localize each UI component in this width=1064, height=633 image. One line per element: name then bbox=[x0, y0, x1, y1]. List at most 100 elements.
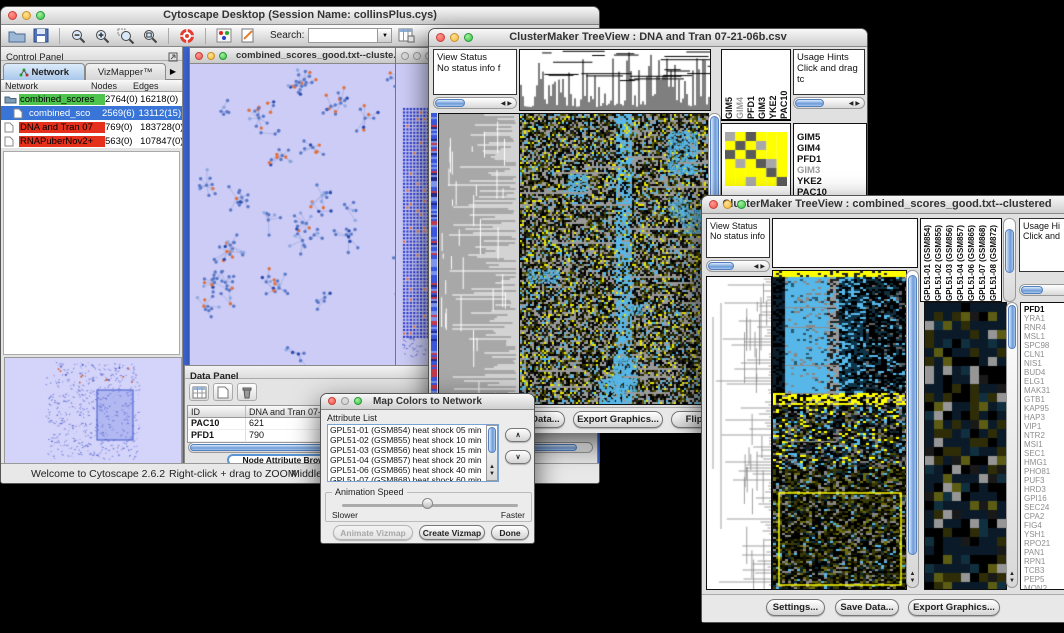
move-up-button[interactable]: ∧ bbox=[505, 428, 531, 442]
gene-label[interactable]: PUF3 bbox=[1024, 476, 1064, 485]
vizmapper-icon[interactable] bbox=[214, 27, 234, 45]
attribute-list-item[interactable]: GPL51-06 (GSM865) heat shock 40 min bbox=[328, 465, 498, 475]
close-button[interactable] bbox=[709, 200, 718, 209]
tab-network[interactable]: Network bbox=[3, 63, 85, 80]
zoom-out-icon[interactable] bbox=[68, 27, 88, 45]
search-dropdown-icon[interactable]: ▼ bbox=[378, 28, 392, 43]
annotation-icon[interactable] bbox=[238, 27, 258, 45]
tab-vizmapper[interactable]: VizMapper™ bbox=[85, 63, 167, 80]
attribute-list-vscroll[interactable]: ▲▼ bbox=[486, 425, 498, 481]
vscroll-arrows-icon[interactable]: ▲▼ bbox=[487, 464, 497, 478]
animate-vizmap-button[interactable]: Animate Vizmap bbox=[333, 525, 413, 540]
gene-label[interactable]: GIM3 bbox=[797, 165, 866, 176]
gene-label[interactable]: GTB1 bbox=[1024, 395, 1064, 404]
gene-label[interactable]: RPN1 bbox=[1024, 557, 1064, 566]
gene-label[interactable]: GIM5 bbox=[797, 132, 866, 143]
search-input[interactable] bbox=[308, 28, 378, 43]
move-down-button[interactable]: ∨ bbox=[505, 450, 531, 464]
row-dendrogram[interactable] bbox=[438, 113, 520, 405]
network-canvas[interactable] bbox=[191, 65, 417, 365]
gene-label[interactable]: PFD1 bbox=[1024, 305, 1064, 314]
help-icon[interactable] bbox=[177, 27, 197, 45]
minimize-button[interactable] bbox=[22, 11, 31, 20]
zoom-button[interactable] bbox=[219, 52, 227, 60]
zoom-button[interactable] bbox=[354, 397, 362, 405]
gene-label[interactable]: NTR2 bbox=[1024, 431, 1064, 440]
new-attribute-icon[interactable] bbox=[213, 383, 233, 401]
network-overview-panel[interactable] bbox=[4, 357, 182, 465]
view-status-hscroll[interactable]: ◀▶ bbox=[433, 97, 517, 109]
attribute-list-item[interactable]: GPL51-04 (GSM857) heat shock 20 min bbox=[328, 455, 498, 465]
attribute-list-item[interactable]: GPL51-07 (GSM868) heat shock 60 min bbox=[328, 475, 498, 482]
main-titlebar[interactable]: Cytoscape Desktop (Session Name: collins… bbox=[1, 7, 599, 25]
gene-label[interactable]: MSL1 bbox=[1024, 332, 1064, 341]
attribute-list-item[interactable]: GPL51-02 (GSM855) heat shock 10 min bbox=[328, 435, 498, 445]
view-status-hscroll[interactable]: ◀▶ bbox=[706, 260, 770, 272]
gene-label[interactable]: YRA1 bbox=[1024, 314, 1064, 323]
global-heatmap[interactable] bbox=[519, 113, 709, 405]
close-button[interactable] bbox=[195, 52, 203, 60]
gene-label[interactable]: NIS1 bbox=[1024, 359, 1064, 368]
treeview2-titlebar[interactable]: ClusterMaker TreeView : combined_scores_… bbox=[702, 196, 1064, 214]
attribute-list[interactable]: ▲▼ GPL51-01 (GSM854) heat shock 05 minGP… bbox=[327, 424, 499, 482]
usage-hints-hscroll[interactable] bbox=[1019, 284, 1064, 296]
gene-label[interactable]: HMG1 bbox=[1024, 458, 1064, 467]
usage-hints-hscroll[interactable]: ◀▶ bbox=[793, 97, 865, 109]
save-data-button[interactable]: Save Data... bbox=[835, 599, 899, 616]
hscroll-arrows-icon[interactable]: ◀▶ bbox=[754, 261, 767, 271]
done-button[interactable]: Done bbox=[491, 525, 529, 540]
create-vizmap-button[interactable]: Create Vizmap bbox=[419, 525, 485, 540]
gene-label[interactable]: CPA2 bbox=[1024, 512, 1064, 521]
minimize-button[interactable] bbox=[207, 52, 215, 60]
zoom-selected-icon[interactable] bbox=[116, 27, 136, 45]
gene-label[interactable]: PAN1 bbox=[1024, 548, 1064, 557]
column-dendrogram[interactable] bbox=[519, 49, 711, 111]
global-heatmap[interactable] bbox=[772, 270, 907, 590]
zoom-fit-icon[interactable] bbox=[140, 27, 160, 45]
dialog-titlebar[interactable]: Map Colors to Network bbox=[321, 394, 534, 410]
network-view-titlebar[interactable]: combined_scores_good.txt--cluste... bbox=[190, 48, 418, 64]
close-button[interactable] bbox=[328, 397, 336, 405]
gene-label[interactable]: MSI1 bbox=[1024, 440, 1064, 449]
zoom-button[interactable] bbox=[36, 11, 45, 20]
save-session-button[interactable] bbox=[31, 27, 51, 45]
minimize-button[interactable] bbox=[723, 200, 732, 209]
attribute-list-item[interactable]: GPL51-03 (GSM856) heat shock 15 min bbox=[328, 445, 498, 455]
close-button[interactable] bbox=[436, 33, 445, 42]
settings-button[interactable]: Settings... bbox=[766, 599, 825, 616]
float-panel-icon[interactable] bbox=[168, 49, 178, 67]
gene-label[interactable]: MON2 bbox=[1024, 584, 1064, 590]
gene-label[interactable]: BUD4 bbox=[1024, 368, 1064, 377]
gene-label[interactable]: SEC1 bbox=[1024, 449, 1064, 458]
minimize-button[interactable] bbox=[413, 52, 421, 60]
gene-label[interactable]: HAP3 bbox=[1024, 413, 1064, 422]
gene-label[interactable]: GIM4 bbox=[797, 143, 866, 154]
speed-slider-thumb[interactable] bbox=[422, 498, 433, 509]
zoom-button[interactable] bbox=[464, 33, 473, 42]
search-table-icon[interactable] bbox=[396, 27, 416, 45]
zoom-vscroll[interactable]: ▲▼ bbox=[1006, 302, 1018, 588]
gene-label[interactable]: CLN1 bbox=[1024, 350, 1064, 359]
gene-label[interactable]: PEP5 bbox=[1024, 575, 1064, 584]
attribute-table-icon[interactable] bbox=[189, 383, 209, 401]
gene-label[interactable]: VIP1 bbox=[1024, 422, 1064, 431]
attribute-list-item[interactable]: GPL51-01 (GSM854) heat shock 05 min bbox=[328, 425, 498, 435]
gene-label[interactable]: SPC98 bbox=[1024, 341, 1064, 350]
gene-label[interactable]: PFD1 bbox=[797, 154, 866, 165]
gene-label[interactable]: YSH1 bbox=[1024, 530, 1064, 539]
heatmap-vscroll[interactable]: ▲▼ bbox=[906, 270, 919, 588]
vscroll-arrows-icon[interactable]: ▲▼ bbox=[1007, 571, 1017, 585]
network-list-row[interactable]: combined_scores2764(0)16218(0) bbox=[1, 92, 182, 106]
zoom-in-icon[interactable] bbox=[92, 27, 112, 45]
network-list-row[interactable]: DNA and Tran 07769(0)183728(0) bbox=[1, 120, 182, 134]
close-button[interactable] bbox=[401, 52, 409, 60]
export-graphics-button[interactable]: Export Graphics... bbox=[573, 411, 663, 428]
gene-label[interactable]: GPI16 bbox=[1024, 494, 1064, 503]
network-list-row[interactable]: RNAPuberNov2+563(0)107847(0) bbox=[1, 134, 182, 148]
treeview1-titlebar[interactable]: ClusterMaker TreeView : DNA and Tran 07-… bbox=[429, 29, 867, 47]
delete-attribute-icon[interactable] bbox=[237, 383, 257, 401]
gene-label[interactable]: HRD3 bbox=[1024, 485, 1064, 494]
export-graphics-button[interactable]: Export Graphics... bbox=[908, 599, 1000, 616]
gene-label[interactable]: RPO21 bbox=[1024, 539, 1064, 548]
gene-label[interactable]: YKE2 bbox=[797, 176, 866, 187]
